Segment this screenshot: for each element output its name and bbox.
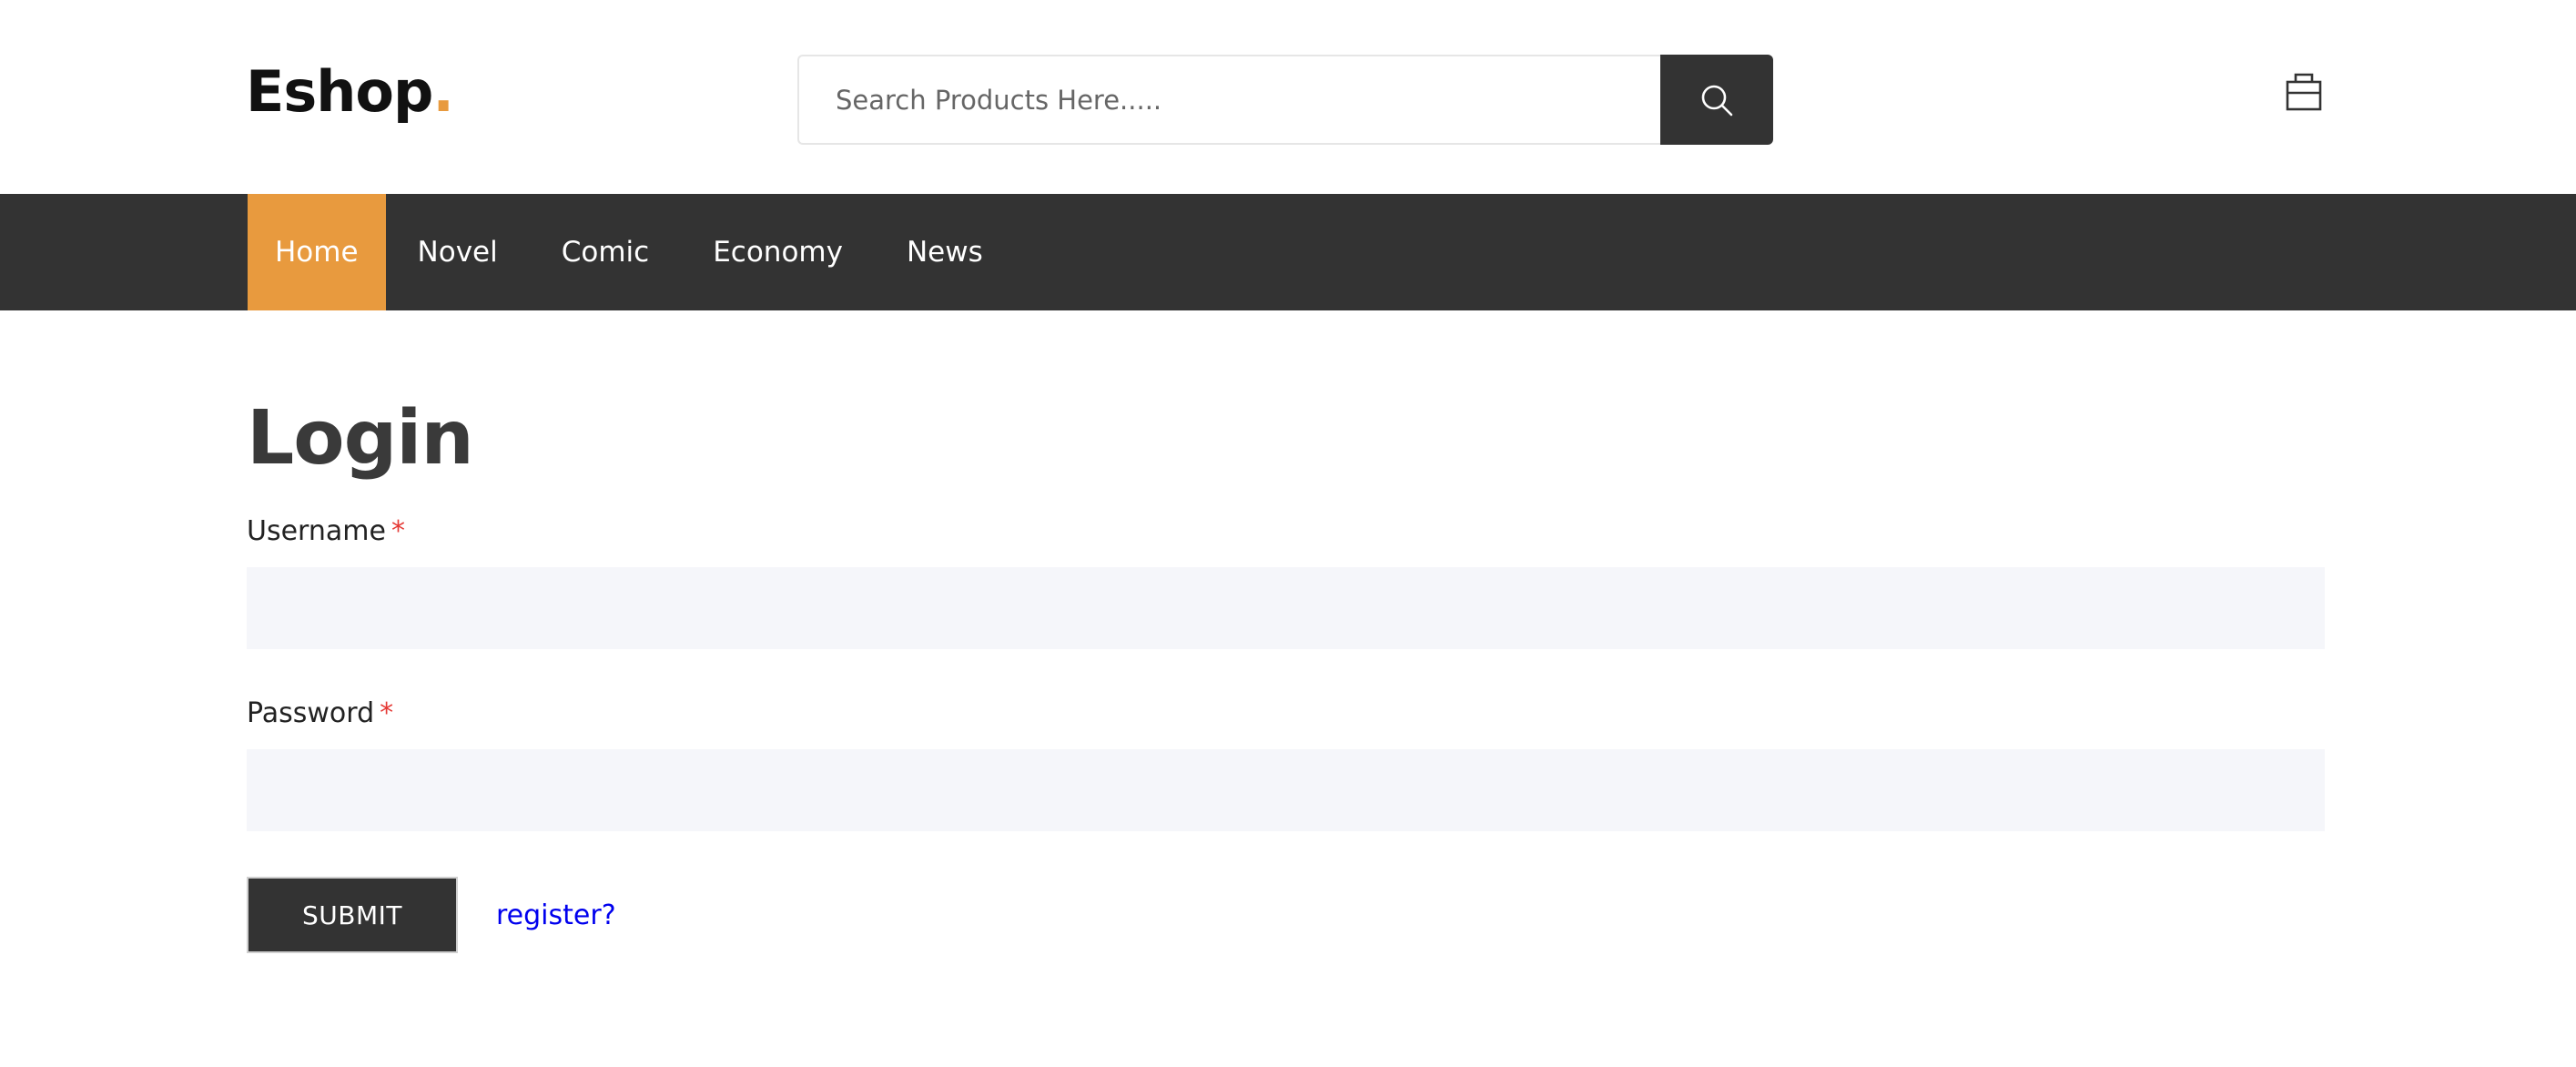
register-link[interactable]: register? (496, 899, 616, 931)
form-actions: SUBMIT register? (247, 877, 2325, 953)
nav-item-news[interactable]: News (875, 194, 1015, 310)
search-bar (797, 55, 1773, 145)
search-icon (1701, 85, 1733, 116)
logo-dot: . (432, 58, 454, 125)
nav-item-novel[interactable]: Novel (386, 194, 530, 310)
submit-button[interactable]: SUBMIT (247, 877, 458, 953)
password-label-text: Password (247, 697, 375, 729)
shopping-bag-icon (2286, 73, 2322, 111)
username-field[interactable] (247, 567, 2325, 649)
main-nav: Home Novel Comic Economy News (0, 194, 2576, 310)
required-mark: * (390, 515, 405, 547)
required-mark: * (380, 697, 394, 729)
search-button[interactable] (1660, 55, 1773, 145)
logo-text: Eshop (246, 58, 433, 125)
site-logo[interactable]: Eshop. (246, 64, 454, 120)
cart-button[interactable] (2285, 71, 2323, 111)
password-field[interactable] (247, 749, 2325, 831)
page-title: Login (247, 395, 474, 482)
nav-item-home[interactable]: Home (248, 194, 386, 310)
nav-item-economy[interactable]: Economy (681, 194, 875, 310)
login-section: Login Username * Password * SUBMIT registe… (247, 310, 2325, 953)
password-label: Password * (247, 700, 2325, 727)
nav-item-comic[interactable]: Comic (530, 194, 681, 310)
site-header: Eshop. (0, 0, 2576, 194)
username-label: Username * (247, 518, 2325, 545)
login-form: Username * Password * SUBMIT register? (247, 518, 2325, 953)
search-input[interactable] (797, 55, 1660, 145)
nav-list: Home Novel Comic Economy News (248, 194, 1015, 310)
username-label-text: Username (247, 515, 386, 547)
